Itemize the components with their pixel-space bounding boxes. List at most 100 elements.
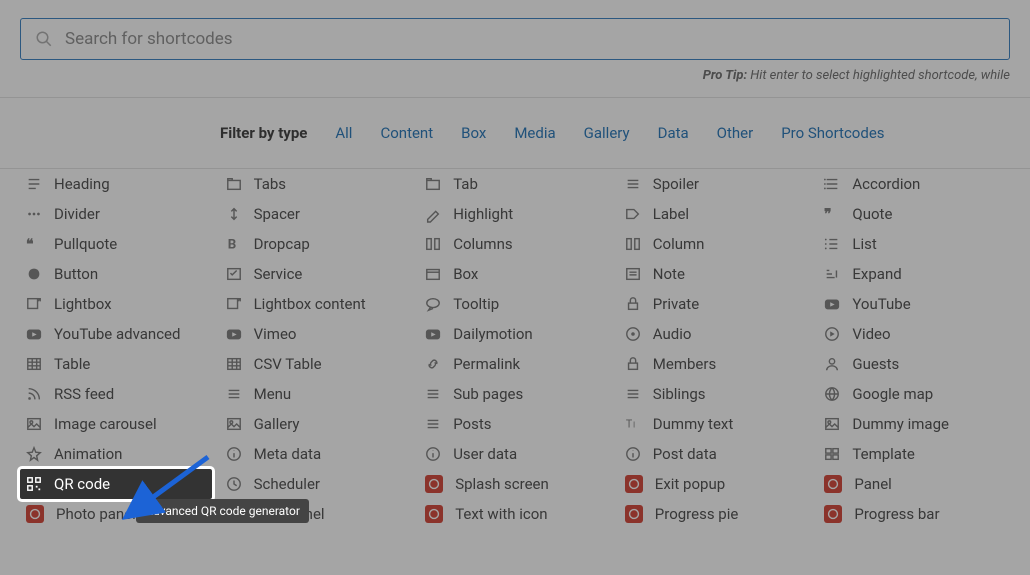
shortcode-label: Guests <box>852 355 899 373</box>
shortcode-label: Image carousel <box>54 415 157 433</box>
shortcode-image-carousel[interactable]: Image carousel <box>20 409 212 439</box>
filter-pro-shortcodes[interactable]: Pro Shortcodes <box>781 124 884 142</box>
map-icon <box>824 386 840 402</box>
shortcode-service[interactable]: Service <box>220 259 412 289</box>
shortcode-private[interactable]: Private <box>619 289 811 319</box>
shortcode-panel[interactable]: Panel <box>818 469 1010 499</box>
shortcode-members[interactable]: Members <box>619 349 811 379</box>
filter-all[interactable]: All <box>335 124 352 142</box>
shortcode-post-data[interactable]: Post data <box>619 439 811 469</box>
shortcode-tab[interactable]: Tab <box>419 169 611 199</box>
spoiler-icon <box>625 176 641 192</box>
list-icon <box>824 236 840 252</box>
shortcode-scheduler[interactable]: Scheduler <box>220 469 412 499</box>
shortcode-spacer[interactable]: Spacer <box>220 199 412 229</box>
tabs-icon <box>226 176 242 192</box>
shortcode-label: QR code <box>54 475 110 493</box>
filter-content[interactable]: Content <box>380 124 433 142</box>
filter-box[interactable]: Box <box>461 124 486 142</box>
shortcode-rss-feed[interactable]: RSS feed <box>20 379 212 409</box>
shortcode-label: Heading <box>54 175 110 193</box>
shortcode-guests[interactable]: Guests <box>818 349 1010 379</box>
private-icon <box>625 296 641 312</box>
shortcode-expand[interactable]: Expand <box>818 259 1010 289</box>
shortcode-dummy-image[interactable]: Dummy image <box>818 409 1010 439</box>
shortcode-lightbox[interactable]: Lightbox <box>20 289 212 319</box>
shortcode-pullquote[interactable]: ❝Pullquote <box>20 229 212 259</box>
shortcode-quote[interactable]: ❞Quote <box>818 199 1010 229</box>
shortcode-dropcap[interactable]: BDropcap <box>220 229 412 259</box>
shortcode-posts[interactable]: Posts <box>419 409 611 439</box>
shortcode-label: Expand <box>852 265 901 283</box>
shortcode-tabs[interactable]: Tabs <box>220 169 412 199</box>
vimeo-icon <box>226 326 242 342</box>
shortcode-tooltip[interactable]: Tooltip <box>419 289 611 319</box>
members-icon <box>625 356 641 372</box>
shortcode-gallery[interactable]: Gallery <box>220 409 412 439</box>
shortcode-divider[interactable]: Divider <box>20 199 212 229</box>
pro-icon <box>625 505 643 523</box>
shortcode-note[interactable]: Note <box>619 259 811 289</box>
animation-icon <box>26 446 42 462</box>
shortcode-sub-pages[interactable]: Sub pages <box>419 379 611 409</box>
shortcode-user-data[interactable]: User data <box>419 439 611 469</box>
pro-icon <box>824 505 842 523</box>
shortcode-label: Dailymotion <box>453 325 533 343</box>
shortcode-meta-data[interactable]: Meta data <box>220 439 412 469</box>
search-box[interactable] <box>20 18 1010 60</box>
shortcode-label: Audio <box>653 325 692 343</box>
shortcode-dailymotion[interactable]: Dailymotion <box>419 319 611 349</box>
filter-data[interactable]: Data <box>658 124 689 142</box>
filter-media[interactable]: Media <box>514 124 555 142</box>
menu-icon <box>625 386 641 402</box>
shortcode-heading[interactable]: Heading <box>20 169 212 199</box>
qr-icon <box>26 476 42 492</box>
shortcode-label: Google map <box>852 385 933 403</box>
shortcode-table[interactable]: Table <box>20 349 212 379</box>
shortcode-qr-code[interactable]: QR codeAdvanced QR code generator <box>20 469 212 499</box>
shortcode-menu[interactable]: Menu <box>220 379 412 409</box>
shortcode-exit-popup[interactable]: Exit popup <box>619 469 811 499</box>
pro-icon <box>625 475 643 493</box>
shortcode-box[interactable]: Box <box>419 259 611 289</box>
shortcode-template[interactable]: Template <box>818 439 1010 469</box>
shortcode-siblings[interactable]: Siblings <box>619 379 811 409</box>
shortcode-column[interactable]: Column <box>619 229 811 259</box>
shortcode-button[interactable]: Button <box>20 259 212 289</box>
table-icon <box>226 356 242 372</box>
shortcode-audio[interactable]: Audio <box>619 319 811 349</box>
filter-gallery[interactable]: Gallery <box>584 124 630 142</box>
label-icon <box>625 206 641 222</box>
column-icon <box>625 236 641 252</box>
svg-text:T: T <box>626 418 633 431</box>
shortcode-accordion[interactable]: Accordion <box>818 169 1010 199</box>
shortcode-youtube-advanced[interactable]: YouTube advanced <box>20 319 212 349</box>
shortcode-google-map[interactable]: Google map <box>818 379 1010 409</box>
highlight-icon <box>425 206 441 222</box>
shortcode-progress-bar[interactable]: Progress bar <box>818 499 1010 529</box>
shortcode-spoiler[interactable]: Spoiler <box>619 169 811 199</box>
shortcode-label: Permalink <box>453 355 520 373</box>
shortcode-label: Divider <box>54 205 100 223</box>
shortcode-csv-table[interactable]: CSV Table <box>220 349 412 379</box>
shortcode-permalink[interactable]: Permalink <box>419 349 611 379</box>
shortcode-list[interactable]: List <box>818 229 1010 259</box>
shortcode-splash-screen[interactable]: Splash screen <box>419 469 611 499</box>
shortcode-highlight[interactable]: Highlight <box>419 199 611 229</box>
shortcode-animation[interactable]: Animation <box>20 439 212 469</box>
dailymotion-icon <box>425 326 441 342</box>
shortcode-progress-pie[interactable]: Progress pie <box>619 499 811 529</box>
button-icon <box>26 266 42 282</box>
shortcode-grid: Heading TabsTab SpoilerAccordion Divider Spa… <box>0 169 1030 529</box>
shortcode-youtube[interactable]: YouTube <box>818 289 1010 319</box>
shortcode-vimeo[interactable]: Vimeo <box>220 319 412 349</box>
shortcode-video[interactable]: Video <box>818 319 1010 349</box>
shortcode-text-with-icon[interactable]: Text with icon <box>419 499 611 529</box>
shortcode-label: Template <box>852 445 914 463</box>
shortcode-lightbox-content[interactable]: Lightbox content <box>220 289 412 319</box>
shortcode-columns[interactable]: Columns <box>419 229 611 259</box>
shortcode-dummy-text[interactable]: TIDummy text <box>619 409 811 439</box>
search-input[interactable] <box>65 29 995 49</box>
shortcode-label[interactable]: Label <box>619 199 811 229</box>
filter-other[interactable]: Other <box>717 124 754 142</box>
